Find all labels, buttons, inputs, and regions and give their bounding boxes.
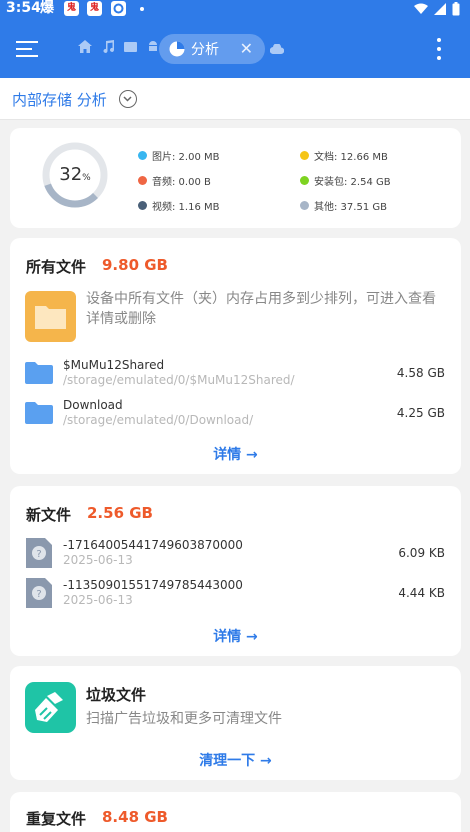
duplicate-files-card[interactable]: 重复文件 8.48 GB <box>10 792 461 832</box>
pie-icon <box>169 41 185 57</box>
legend-dot <box>138 201 147 210</box>
clean-up-link[interactable]: 清理一下 → <box>10 750 461 770</box>
legend-item-apk: 安装包: 2.54 GB <box>300 173 391 188</box>
more-vert-icon[interactable] <box>436 38 442 60</box>
new-files-card[interactable]: 新文件 2.56 GB ? -1716400544174960387000​0 … <box>10 486 461 656</box>
legend-item-docs: 文档: 12.66 MB <box>300 148 388 163</box>
file-row-size: 4.44 KB <box>398 586 445 600</box>
chevron-down-icon[interactable] <box>119 90 137 108</box>
notification-badge-icon: 鬼 <box>87 1 102 16</box>
all-files-card[interactable]: 所有文件 9.80 GB 设备中所有文件（夹）内存占用多到少排列，可进入查看详情… <box>10 238 461 474</box>
status-bar: 3:54 爆 鬼 鬼 <box>0 0 470 18</box>
music-icon[interactable] <box>102 40 114 53</box>
app-bar: 分析 ✕ <box>0 18 470 78</box>
tab-analysis[interactable]: 分析 ✕ <box>159 34 265 64</box>
file-row-size: 4.25 GB <box>396 406 445 420</box>
file-row-date: 2025-06-13 <box>63 593 133 607</box>
status-app-text: 爆 <box>40 0 54 16</box>
file-row-name[interactable]: -1716400544174960387000​0 <box>63 538 243 552</box>
junk-description: 扫描广告垃圾和更多可清理文件 <box>86 711 282 727</box>
legend-dot <box>300 201 309 210</box>
file-row-size: 6.09 KB <box>398 546 445 560</box>
storage-selector[interactable]: 内部存储 分析 <box>0 78 470 120</box>
notification-app-icon <box>111 1 126 16</box>
video-icon[interactable] <box>124 41 137 53</box>
page-title: 内部存储 分析 <box>12 91 107 109</box>
home-icon[interactable] <box>78 40 92 53</box>
status-icons <box>414 0 460 18</box>
storage-summary-card: 32% 图片: 2.00 MB 文档: 12.66 MB 音频: 0.00 B … <box>10 128 461 228</box>
usage-percent-sign: % <box>82 173 91 183</box>
notification-dot <box>140 7 144 11</box>
file-row-name[interactable]: -1135090155174978544300​0 <box>63 578 243 592</box>
breadcrumb <box>78 40 159 53</box>
file-row-path: /storage/emulated/0/Download/ <box>63 413 254 427</box>
battery-icon <box>452 2 460 16</box>
duplicates-size: 8.48 GB <box>102 808 168 826</box>
close-icon[interactable]: ✕ <box>240 40 253 58</box>
file-row-size: 4.58 GB <box>396 366 445 380</box>
tab-analysis-label: 分析 <box>191 42 219 58</box>
legend-label: 其他: 37.51 GB <box>314 202 387 213</box>
menu-icon[interactable] <box>16 38 40 58</box>
android-icon[interactable] <box>147 40 159 53</box>
usage-percent: 32 <box>59 164 83 185</box>
svg-text:?: ? <box>36 549 41 560</box>
usage-donut: 32% <box>40 140 110 210</box>
status-time: 3:54 <box>6 0 41 16</box>
legend-dot <box>300 151 309 160</box>
all-files-description: 设备中所有文件（夹）内存占用多到少排列，可进入查看详情或删除 <box>86 291 436 327</box>
svg-text:?: ? <box>36 589 41 600</box>
cloud-icon[interactable] <box>270 44 284 54</box>
signal-icon <box>434 3 446 15</box>
file-row-name[interactable]: $MuMu12Shared <box>63 358 164 372</box>
junk-files-card[interactable]: 垃圾文件 扫描广告垃圾和更多可清理文件 清理一下 → <box>10 666 461 780</box>
broom-icon <box>25 682 76 733</box>
notification-badge-icon: 鬼 <box>64 1 79 16</box>
junk-title: 垃圾文件 <box>86 686 147 704</box>
legend-item-video: 视频: 1.16 MB <box>138 198 219 213</box>
legend-item-images: 图片: 2.00 MB <box>138 148 219 163</box>
legend-label: 图片: 2.00 MB <box>152 152 220 163</box>
legend-dot <box>138 151 147 160</box>
legend-label: 音频: 0.00 B <box>152 177 211 188</box>
duplicates-title: 重复文件 <box>26 810 87 828</box>
legend-dot <box>300 176 309 185</box>
all-files-title: 所有文件 <box>26 258 87 276</box>
new-files-title: 新文件 <box>26 506 72 524</box>
file-row-name[interactable]: Download <box>63 398 123 412</box>
legend-dot <box>138 176 147 185</box>
legend-label: 视频: 1.16 MB <box>152 202 220 213</box>
folder-icon <box>25 362 53 384</box>
wifi-icon <box>414 3 428 14</box>
legend-item-other: 其他: 37.51 GB <box>300 198 387 213</box>
folder-large-icon <box>25 291 76 342</box>
file-row-date: 2025-06-13 <box>63 553 133 567</box>
file-row-path: /storage/emulated/0/$MuMu12Shared/ <box>63 373 295 387</box>
unknown-file-icon: ? <box>26 578 52 608</box>
legend-item-audio: 音频: 0.00 B <box>138 173 211 188</box>
folder-icon <box>25 402 53 424</box>
unknown-file-icon: ? <box>26 538 52 568</box>
all-files-details-link[interactable]: 详情 → <box>10 444 461 464</box>
all-files-size: 9.80 GB <box>102 256 168 274</box>
legend-label: 文档: 12.66 MB <box>314 152 388 163</box>
new-files-details-link[interactable]: 详情 → <box>10 626 461 646</box>
legend-label: 安装包: 2.54 GB <box>314 177 391 188</box>
new-files-size: 2.56 GB <box>87 504 153 522</box>
